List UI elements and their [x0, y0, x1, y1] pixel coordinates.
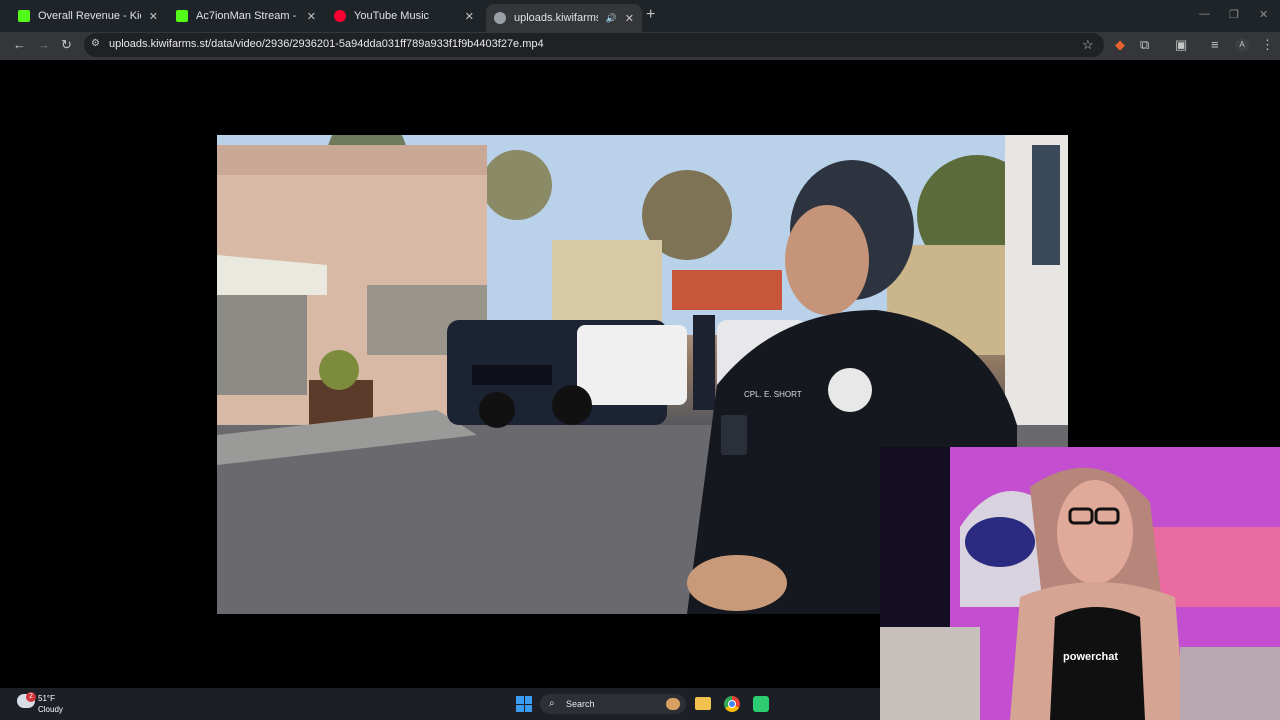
windows-start-icon[interactable]: [516, 696, 532, 712]
tab-kick-dashboard[interactable]: Overall Revenue - Kick Dashbo ✕: [10, 4, 166, 28]
minimize-icon[interactable]: —: [1199, 8, 1210, 20]
close-icon[interactable]: ✕: [465, 10, 474, 23]
search-label: Search: [566, 699, 595, 709]
tab-label: Overall Revenue - Kick Dashbo: [38, 10, 141, 22]
reload-icon[interactable]: ↻: [61, 37, 72, 53]
search-icon: ⌕: [549, 698, 555, 709]
close-icon[interactable]: ✕: [149, 10, 158, 23]
speaker-icon[interactable]: 🔊: [606, 13, 617, 24]
new-tab-button[interactable]: +: [646, 6, 655, 24]
extension-icon[interactable]: ◆: [1115, 37, 1125, 53]
tab-label: YouTube Music: [354, 10, 430, 22]
restore-icon[interactable]: ❐: [1229, 8, 1239, 21]
forward-icon[interactable]: →: [37, 37, 50, 52]
file-explorer-icon[interactable]: [695, 697, 711, 710]
close-window-icon[interactable]: ✕: [1259, 8, 1268, 21]
kick-icon: [18, 10, 30, 22]
globe-icon: [494, 12, 506, 24]
extensions-puzzle-icon[interactable]: ⧉: [1140, 37, 1149, 53]
site-info-icon[interactable]: ⚙: [91, 38, 100, 49]
menu-icon[interactable]: ⋮: [1261, 37, 1274, 53]
webcam-overlay: powerchat: [880, 447, 1280, 720]
shirt-logo-text: powerchat: [1063, 651, 1118, 663]
name-tag-text: CPL. E. SHORT: [744, 390, 802, 399]
tab-kiwifarms-video[interactable]: uploads.kiwifarms.st/data/v 🔊 ✕: [486, 4, 642, 32]
back-icon[interactable]: ←: [13, 37, 26, 52]
bookmark-star-icon[interactable]: ☆: [1082, 37, 1094, 53]
taskbar-search[interactable]: ⌕ Search: [540, 694, 686, 714]
tab-label: Ac7ionMan Stream - Watch Liv: [196, 10, 299, 22]
chrome-icon[interactable]: [724, 696, 740, 712]
weather-widget[interactable]: 51°F Cloudy: [38, 693, 63, 715]
weather-condition-text: Cloudy: [38, 705, 63, 714]
kick-icon: [176, 10, 188, 22]
temperature-text: 51°F: [38, 694, 55, 703]
tab-label: uploads.kiwifarms.st/data/v: [514, 12, 598, 24]
close-icon[interactable]: ✕: [625, 12, 634, 25]
streaming-app-icon[interactable]: [753, 696, 769, 712]
search-highlight-icon: [666, 698, 680, 710]
youtube-music-icon: [334, 10, 346, 22]
tab-youtube-music[interactable]: YouTube Music ✕: [326, 4, 482, 28]
close-icon[interactable]: ✕: [307, 10, 316, 23]
weather-alert-badge: 2: [26, 692, 36, 702]
media-controls-icon[interactable]: ≡: [1211, 37, 1219, 52]
taskbar: [0, 688, 880, 720]
webcam-frame: powerchat: [880, 447, 1280, 720]
tab-kick-stream[interactable]: Ac7ionMan Stream - Watch Liv ✕: [168, 4, 324, 28]
profile-avatar[interactable]: A: [1235, 38, 1249, 52]
side-panel-icon[interactable]: ▣: [1175, 37, 1187, 53]
url-text: uploads.kiwifarms.st/data/video/2936/293…: [109, 38, 544, 50]
